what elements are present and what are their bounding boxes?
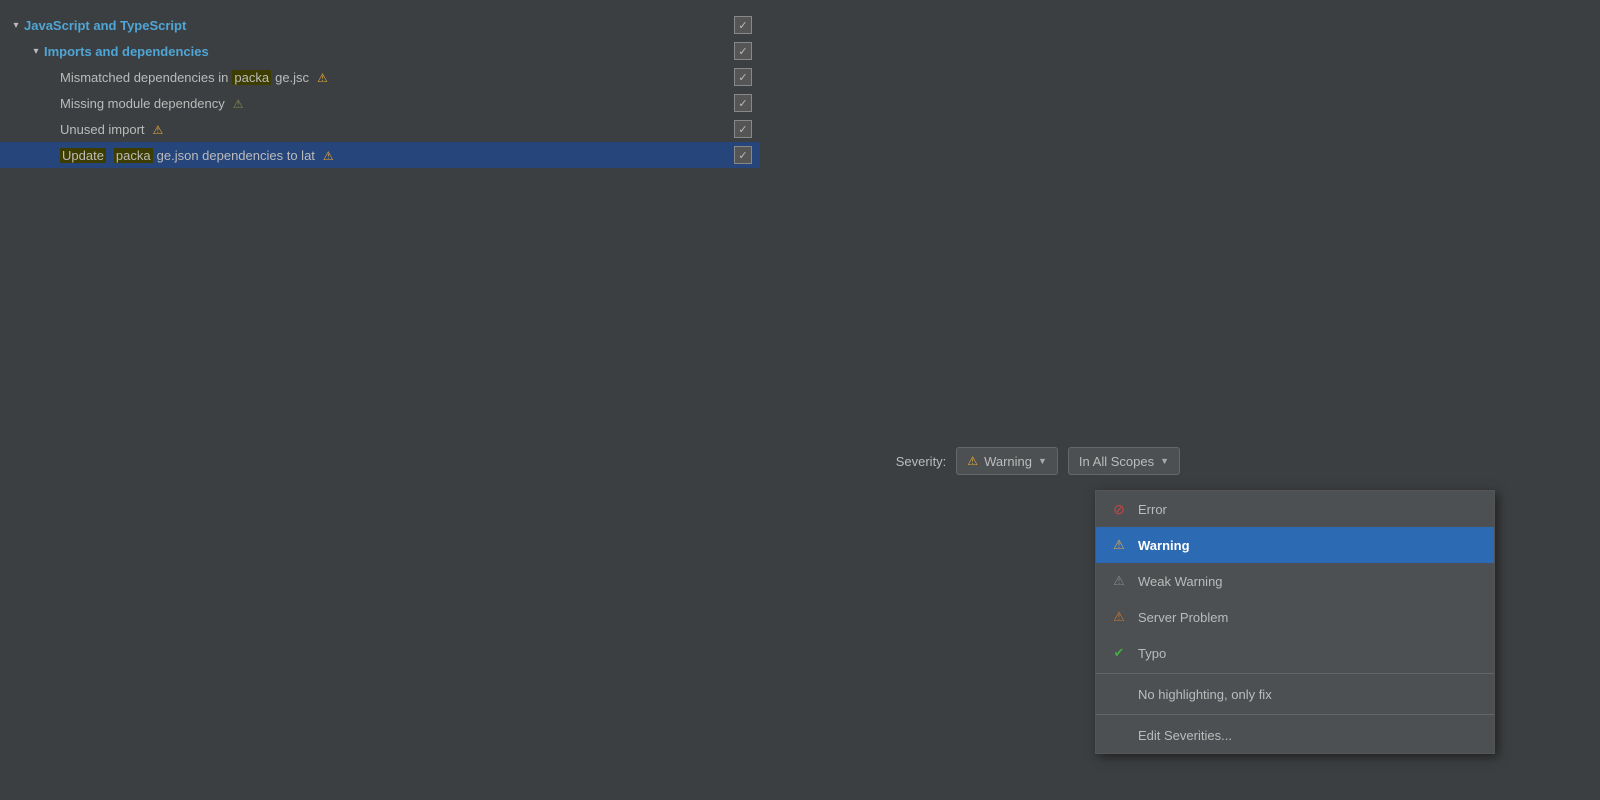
unused-checkbox[interactable]: ✓ [734, 120, 752, 138]
tree-item-imports-label: Imports and dependencies [44, 44, 387, 59]
collapse-arrow-imports: ▾ [28, 43, 44, 59]
severity-area: Severity: Warning ▼ In All Scopes ▼ Erro… [800, 0, 1600, 800]
scope-label: In All Scopes [1079, 454, 1154, 469]
tree-item-imports[interactable]: ▾ Imports and dependencies ✓ [0, 38, 760, 64]
update-warn-icon [323, 148, 334, 163]
missing-warn-icon [233, 96, 244, 111]
missing-label-row: Missing module dependency [60, 96, 395, 111]
menu-item-no-highlight-label: No highlighting, only fix [1138, 687, 1272, 702]
menu-item-weak-warning-label: Weak Warning [1138, 574, 1223, 589]
edit-severities-icon [1110, 726, 1128, 744]
menu-divider-1 [1096, 673, 1494, 674]
severity-current-icon [967, 454, 978, 468]
tree-item-imports-checkbox[interactable]: ✓ [734, 42, 752, 60]
menu-item-typo-label: Typo [1138, 646, 1166, 661]
menu-item-warning[interactable]: Warning [1096, 527, 1494, 563]
menu-divider-2 [1096, 714, 1494, 715]
update-label-post: ge.json dependencies to lat [157, 148, 315, 163]
scope-dropdown-button[interactable]: In All Scopes ▼ [1068, 447, 1180, 475]
update-label-row: Update packa ge.json dependencies to lat [60, 148, 395, 163]
mismatched-label-pre: Mismatched dependencies in [60, 70, 228, 85]
severity-menu: Error Warning Weak Warning Server Proble… [1095, 490, 1495, 754]
menu-item-server-problem-label: Server Problem [1138, 610, 1228, 625]
menu-item-no-highlight[interactable]: No highlighting, only fix [1096, 676, 1494, 712]
severity-dropdown-button[interactable]: Warning ▼ [956, 447, 1058, 475]
menu-item-typo[interactable]: Typo [1096, 635, 1494, 671]
mismatched-label-post: ge.jsc [275, 70, 309, 85]
tree-item-missing[interactable]: Missing module dependency ✓ [0, 90, 760, 116]
tree-item-root-label: JavaScript and TypeScript [24, 18, 377, 33]
tree-item-unused[interactable]: Unused import ✓ [0, 116, 760, 142]
menu-item-error[interactable]: Error [1096, 491, 1494, 527]
tree-item-update[interactable]: Update package.json dependencies to lat … [0, 142, 760, 168]
mismatched-checkbox[interactable]: ✓ [734, 68, 752, 86]
error-icon [1110, 500, 1128, 518]
typo-icon [1110, 644, 1128, 662]
mismatched-label-row: Mismatched dependencies in packa ge.jsc [60, 70, 395, 85]
tree-item-root[interactable]: ▾ JavaScript and TypeScript ✓ [0, 12, 760, 38]
weak-warning-icon [1110, 572, 1128, 590]
severity-controls: Severity: Warning ▼ In All Scopes ▼ [896, 447, 1180, 475]
no-highlight-icon [1110, 685, 1128, 703]
update-highlight2: packa [114, 148, 153, 163]
unused-label-row: Unused import [60, 122, 395, 137]
severity-chevron-icon: ▼ [1038, 456, 1047, 466]
inspection-tree-panel: ▾ JavaScript and TypeScript ✓ ▾ Imports … [0, 0, 760, 800]
unused-label: Unused import [60, 122, 145, 137]
menu-item-weak-warning[interactable]: Weak Warning [1096, 563, 1494, 599]
update-highlight1: Update [60, 148, 106, 163]
tree-item-root-checkbox[interactable]: ✓ [734, 16, 752, 34]
severity-current-label: Warning [984, 454, 1032, 469]
scope-chevron-icon: ▼ [1160, 456, 1169, 466]
menu-item-warning-label: Warning [1138, 538, 1190, 553]
severity-label: Severity: [896, 454, 947, 469]
menu-item-edit-severities-label: Edit Severities... [1138, 728, 1232, 743]
update-checkbox[interactable]: ✓ [734, 146, 752, 164]
menu-item-error-label: Error [1138, 502, 1167, 517]
unused-warn-icon [153, 122, 164, 137]
missing-label: Missing module dependency [60, 96, 225, 111]
menu-item-edit-severities[interactable]: Edit Severities... [1096, 717, 1494, 753]
menu-item-server-problem[interactable]: Server Problem [1096, 599, 1494, 635]
tree-item-mismatched[interactable]: Mismatched dependencies in packa ge.jsc ✓ [0, 64, 760, 90]
collapse-arrow-root: ▾ [8, 17, 24, 33]
warning-icon [1110, 536, 1128, 554]
mismatched-highlight: packa [232, 70, 271, 85]
mismatched-warn-icon [317, 70, 328, 85]
missing-checkbox[interactable]: ✓ [734, 94, 752, 112]
server-problem-icon [1110, 608, 1128, 626]
